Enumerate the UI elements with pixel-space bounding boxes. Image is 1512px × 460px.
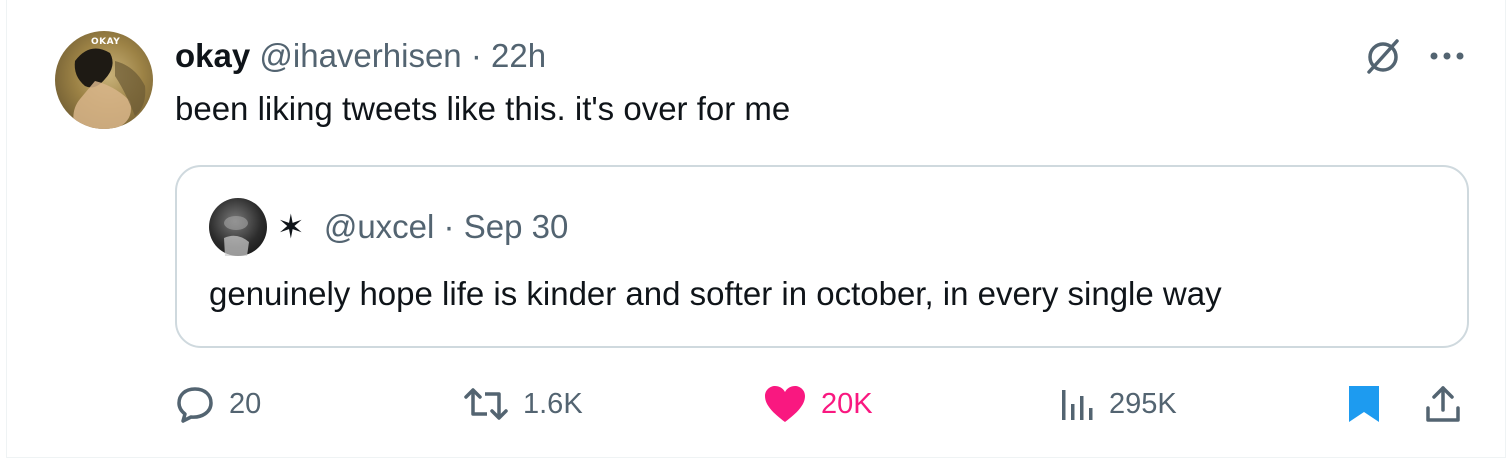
retweet-count: 1.6K [523,387,583,420]
quoted-handle[interactable]: @uxcel [324,208,435,245]
grok-icon[interactable] [1363,36,1403,76]
views-count: 295K [1109,387,1177,420]
share-button[interactable] [1423,384,1463,424]
reply-button[interactable]: 20 [175,384,261,424]
quoted-display-name[interactable]: ✶ [277,208,305,245]
reply-icon [177,387,213,423]
tweet-actions: 20 1.6K 20K 295K [175,384,1469,428]
author-avatar[interactable]: OKAY [55,31,153,129]
views-icon [1062,390,1093,420]
tweet-card[interactable]: OKAY okay @ihaverhisen · 22h been liking… [6,0,1506,458]
bookmark-button[interactable] [1347,384,1381,424]
separator-dot: · [443,208,455,245]
tweet-time[interactable]: 22h [491,37,546,74]
quoted-avatar-image [224,216,249,256]
share-icon [1426,386,1460,422]
like-button[interactable]: 20K [763,384,873,424]
quoted-time[interactable]: Sep 30 [464,208,569,245]
tweet-top-actions [1363,36,1465,76]
tweet-header: okay @ihaverhisen · 22h [175,34,546,78]
separator-dot: · [470,37,482,74]
like-count: 20K [821,387,873,420]
quoted-text: genuinely hope life is kinder and softer… [209,275,1222,312]
retweet-button[interactable]: 1.6K [463,384,583,424]
more-icon[interactable] [1429,50,1465,62]
views-button[interactable]: 295K [1059,384,1177,424]
quoted-tweet[interactable]: ✶ @uxcel · Sep 30 genuinely hope life is… [175,165,1469,348]
tweet-text: been liking tweets like this. it's over … [175,90,791,127]
quoted-header: ✶ @uxcel · Sep 30 [277,207,568,247]
bookmark-icon [1349,386,1379,422]
reply-count: 20 [229,387,262,420]
display-name[interactable]: okay [175,37,250,74]
retweet-icon [464,388,508,420]
avatar-tag: OKAY [91,37,121,47]
user-handle[interactable]: @ihaverhisen [259,37,461,74]
quoted-avatar[interactable] [209,198,267,256]
heart-icon [765,386,805,422]
